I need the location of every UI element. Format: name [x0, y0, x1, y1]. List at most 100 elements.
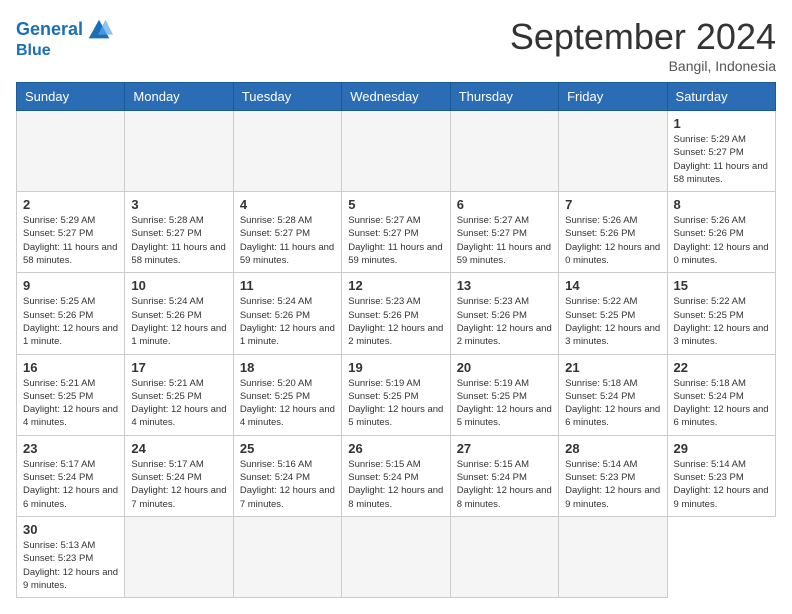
day-info: Sunrise: 5:21 AMSunset: 5:25 PMDaylight:… — [23, 377, 118, 430]
day-number: 11 — [240, 278, 335, 293]
day-info: Sunrise: 5:27 AMSunset: 5:27 PMDaylight:… — [457, 214, 552, 267]
table-row — [450, 516, 558, 597]
table-row: 11Sunrise: 5:24 AMSunset: 5:26 PMDayligh… — [233, 273, 341, 354]
table-row: 5Sunrise: 5:27 AMSunset: 5:27 PMDaylight… — [342, 192, 450, 273]
day-number: 5 — [348, 197, 443, 212]
table-row: 18 Sunrise: 5:20 AMSunset: 5:25 PMDayligh… — [233, 354, 341, 435]
day-number: 23 — [23, 441, 118, 456]
header-sunday: Sunday — [17, 83, 125, 111]
day-number: 1 — [674, 116, 769, 131]
day-info: Sunrise: 5:13 AMSunset: 5:23 PMDaylight:… — [23, 539, 118, 592]
table-row: 20 Sunrise: 5:19 AMSunset: 5:25 PMDayligh… — [450, 354, 558, 435]
day-info: Sunrise: 5:18 AMSunset: 5:24 PMDaylight:… — [565, 377, 660, 430]
table-row: 27 Sunrise: 5:15 AMSunset: 5:24 PMDayligh… — [450, 435, 558, 516]
day-number: 20 — [457, 360, 552, 375]
day-info: Sunrise: 5:22 AMSunset: 5:25 PMDaylight:… — [674, 295, 769, 348]
day-number: 17 — [131, 360, 226, 375]
day-number: 18 — [240, 360, 335, 375]
table-row: 25Sunrise: 5:16 AMSunset: 5:24 PMDayligh… — [233, 435, 341, 516]
day-number: 13 — [457, 278, 552, 293]
day-info: Sunrise: 5:26 AMSunset: 5:26 PMDaylight:… — [674, 214, 769, 267]
table-row: 10 Sunrise: 5:24 AMSunset: 5:26 PMDayligh… — [125, 273, 233, 354]
table-row — [342, 111, 450, 192]
day-info: Sunrise: 5:29 AMSunset: 5:27 PMDaylight:… — [674, 133, 769, 186]
table-row — [559, 516, 667, 597]
header-wednesday: Wednesday — [342, 83, 450, 111]
table-row — [559, 111, 667, 192]
table-row — [125, 516, 233, 597]
day-number: 12 — [348, 278, 443, 293]
page-header: General Blue September 2024 Bangil, Indo… — [16, 16, 776, 74]
table-row: 19Sunrise: 5:19 AMSunset: 5:25 PMDayligh… — [342, 354, 450, 435]
day-info: Sunrise: 5:19 AMSunset: 5:25 PMDaylight:… — [348, 377, 443, 430]
table-row: 29 Sunrise: 5:14 AMSunset: 5:23 PMDayligh… — [667, 435, 775, 516]
table-row: 26 Sunrise: 5:15 AMSunset: 5:24 PMDayligh… — [342, 435, 450, 516]
day-info: Sunrise: 5:18 AMSunset: 5:24 PMDaylight:… — [674, 377, 769, 430]
day-info: Sunrise: 5:26 AMSunset: 5:26 PMDaylight:… — [565, 214, 660, 267]
day-number: 15 — [674, 278, 769, 293]
day-number: 21 — [565, 360, 660, 375]
title-area: September 2024 Bangil, Indonesia — [510, 16, 776, 74]
table-row: 16 Sunrise: 5:21 AMSunset: 5:25 PMDayligh… — [17, 354, 125, 435]
day-info: Sunrise: 5:22 AMSunset: 5:25 PMDaylight:… — [565, 295, 660, 348]
day-number: 24 — [131, 441, 226, 456]
table-row: 24 Sunrise: 5:17 AMSunset: 5:24 PMDayligh… — [125, 435, 233, 516]
day-info: Sunrise: 5:17 AMSunset: 5:24 PMDaylight:… — [23, 458, 118, 511]
header-monday: Monday — [125, 83, 233, 111]
table-row: 2 Sunrise: 5:29 AMSunset: 5:27 PMDaylight… — [17, 192, 125, 273]
location: Bangil, Indonesia — [510, 58, 776, 74]
table-row: 13Sunrise: 5:23 AMSunset: 5:26 PMDayligh… — [450, 273, 558, 354]
table-row: 3Sunrise: 5:28 AMSunset: 5:27 PMDaylight… — [125, 192, 233, 273]
day-info: Sunrise: 5:14 AMSunset: 5:23 PMDaylight:… — [565, 458, 660, 511]
day-number: 16 — [23, 360, 118, 375]
table-row: 6 Sunrise: 5:27 AMSunset: 5:27 PMDaylight… — [450, 192, 558, 273]
header-friday: Friday — [559, 83, 667, 111]
logo-text-general: General — [16, 19, 83, 39]
header-saturday: Saturday — [667, 83, 775, 111]
day-number: 29 — [674, 441, 769, 456]
table-row — [233, 516, 341, 597]
logo-text-blue: Blue — [16, 42, 113, 60]
table-row: 7 Sunrise: 5:26 AMSunset: 5:26 PMDaylight… — [559, 192, 667, 273]
table-row: 17Sunrise: 5:21 AMSunset: 5:25 PMDayligh… — [125, 354, 233, 435]
day-info: Sunrise: 5:14 AMSunset: 5:23 PMDaylight:… — [674, 458, 769, 511]
day-info: Sunrise: 5:28 AMSunset: 5:27 PMDaylight:… — [240, 214, 335, 267]
day-number: 6 — [457, 197, 552, 212]
day-info: Sunrise: 5:25 AMSunset: 5:26 PMDaylight:… — [23, 295, 118, 348]
day-number: 27 — [457, 441, 552, 456]
day-info: Sunrise: 5:15 AMSunset: 5:24 PMDaylight:… — [457, 458, 552, 511]
day-number: 7 — [565, 197, 660, 212]
day-number: 22 — [674, 360, 769, 375]
table-row: 30Sunrise: 5:13 AMSunset: 5:23 PMDayligh… — [17, 516, 125, 597]
calendar-header-row: Sunday Monday Tuesday Wednesday Thursday… — [17, 83, 776, 111]
day-number: 10 — [131, 278, 226, 293]
day-info: Sunrise: 5:29 AMSunset: 5:27 PMDaylight:… — [23, 214, 118, 267]
day-info: Sunrise: 5:17 AMSunset: 5:24 PMDaylight:… — [131, 458, 226, 511]
month-title: September 2024 — [510, 16, 776, 58]
table-row: 4Sunrise: 5:28 AMSunset: 5:27 PMDaylight… — [233, 192, 341, 273]
day-info: Sunrise: 5:19 AMSunset: 5:25 PMDaylight:… — [457, 377, 552, 430]
header-tuesday: Tuesday — [233, 83, 341, 111]
day-info: Sunrise: 5:16 AMSunset: 5:24 PMDaylight:… — [240, 458, 335, 511]
table-row — [17, 111, 125, 192]
table-row: 28Sunrise: 5:14 AMSunset: 5:23 PMDayligh… — [559, 435, 667, 516]
table-row: 21 Sunrise: 5:18 AMSunset: 5:24 PMDayligh… — [559, 354, 667, 435]
calendar-table: Sunday Monday Tuesday Wednesday Thursday… — [16, 82, 776, 598]
day-number: 2 — [23, 197, 118, 212]
day-info: Sunrise: 5:15 AMSunset: 5:24 PMDaylight:… — [348, 458, 443, 511]
table-row: 12 Sunrise: 5:23 AMSunset: 5:26 PMDayligh… — [342, 273, 450, 354]
header-thursday: Thursday — [450, 83, 558, 111]
table-row — [125, 111, 233, 192]
table-row — [450, 111, 558, 192]
table-row: 15 Sunrise: 5:22 AMSunset: 5:25 PMDayligh… — [667, 273, 775, 354]
day-info: Sunrise: 5:24 AMSunset: 5:26 PMDaylight:… — [131, 295, 226, 348]
table-row: 14Sunrise: 5:22 AMSunset: 5:25 PMDayligh… — [559, 273, 667, 354]
day-info: Sunrise: 5:28 AMSunset: 5:27 PMDaylight:… — [131, 214, 226, 267]
day-info: Sunrise: 5:23 AMSunset: 5:26 PMDaylight:… — [348, 295, 443, 348]
table-row: 8Sunrise: 5:26 AMSunset: 5:26 PMDaylight… — [667, 192, 775, 273]
table-row: 1 Sunrise: 5:29 AMSunset: 5:27 PMDaylight… — [667, 111, 775, 192]
table-row: 23 Sunrise: 5:17 AMSunset: 5:24 PMDayligh… — [17, 435, 125, 516]
day-info: Sunrise: 5:20 AMSunset: 5:25 PMDaylight:… — [240, 377, 335, 430]
table-row: 9Sunrise: 5:25 AMSunset: 5:26 PMDaylight… — [17, 273, 125, 354]
day-number: 26 — [348, 441, 443, 456]
